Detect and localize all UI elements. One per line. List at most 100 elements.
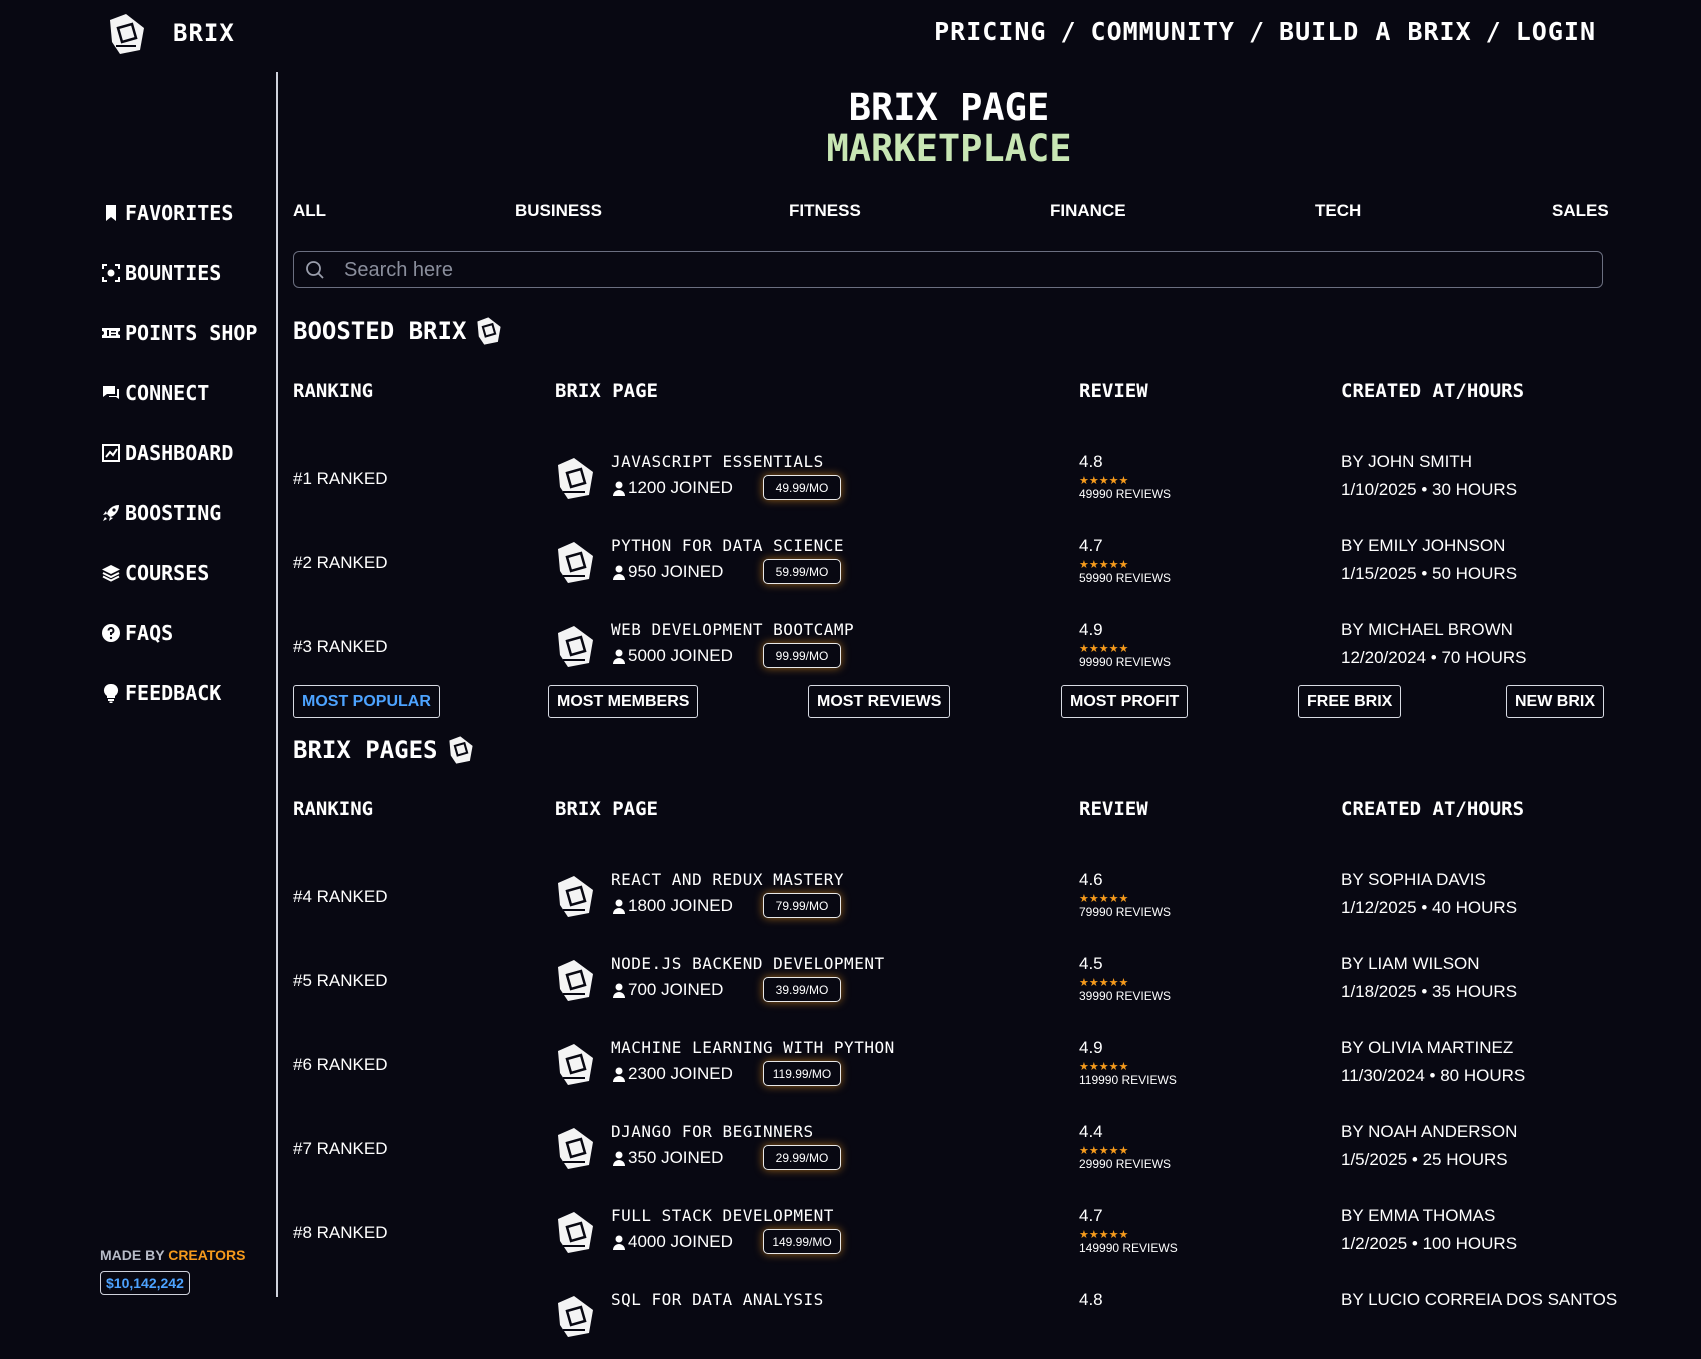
rating-value: 4.8 [1079, 452, 1103, 471]
rank-label: #4 RANKED [293, 887, 388, 906]
brix-page-name[interactable]: MACHINE LEARNING WITH PYTHON [611, 1038, 895, 1057]
column-header-created: CREATED AT/HOURS [1341, 380, 1525, 402]
column-header-created: CREATED AT/HOURS [1341, 798, 1525, 820]
nav-pricing[interactable]: PRICING [934, 17, 1046, 46]
nav-separator: / [1248, 17, 1266, 46]
brix-logo-icon [477, 317, 501, 345]
user-icon [613, 983, 625, 998]
brix-page-logo-icon [558, 960, 593, 1001]
sidebar-item-connect[interactable]: CONNECT [101, 381, 209, 405]
author-name: BY MICHAEL BROWN [1341, 620, 1513, 639]
tab-tech[interactable]: TECH [1315, 201, 1361, 221]
table-row[interactable]: SQL FOR DATA ANALYSIS 4.8 BY LUCIO CORREIA… [0, 1275, 1701, 1359]
price-badge[interactable]: 59.99/MO [763, 559, 841, 584]
sidebar-item-label: POINTS SHOP [125, 321, 258, 345]
filter-free-brix[interactable]: FREE BRIX [1298, 685, 1402, 718]
filter-most-reviews[interactable]: MOST REVIEWS [808, 685, 951, 718]
sidebar-item-bounties[interactable]: BOUNTIES [101, 261, 221, 285]
tab-fitness[interactable]: FITNESS [789, 201, 861, 221]
star-rating: ★★★★★ [1079, 1144, 1129, 1157]
sidebar-item-favorites[interactable]: FAVORITES [101, 201, 233, 225]
rating-value: 4.8 [1079, 1290, 1103, 1309]
rank-label: #3 RANKED [293, 637, 388, 656]
user-icon [613, 649, 625, 664]
joined-count-text: 700 JOINED [628, 980, 724, 999]
table-row[interactable]: #7 RANKED DJANGO FOR BEGINNERS 350 JOINED 2… [0, 1107, 1701, 1191]
nav-build-a-brix[interactable]: BUILD A BRIX [1279, 17, 1472, 46]
price-badge[interactable]: 49.99/MO [763, 475, 841, 500]
table-row[interactable]: #6 RANKED MACHINE LEARNING WITH PYTHON 230… [0, 1023, 1701, 1107]
created-date-hours: 1/10/2025 • 30 HOURS [1341, 480, 1518, 499]
tab-business[interactable]: BUSINESS [515, 201, 602, 221]
joined-count-text: 350 JOINED [628, 1148, 724, 1167]
joined-count-text: 2300 JOINED [628, 1064, 733, 1083]
price-badge[interactable]: 99.99/MO [763, 643, 841, 668]
search-input[interactable] [342, 254, 1596, 287]
boosted-section-title: BOOSTED BRIX [293, 316, 504, 346]
filter-most-popular[interactable]: MOST POPULAR [293, 685, 440, 718]
price-badge[interactable]: 79.99/MO [763, 893, 841, 918]
rating-value: 4.9 [1079, 1038, 1103, 1057]
rank-label: #5 RANKED [293, 971, 388, 990]
column-header-ranking: RANKING [293, 380, 374, 402]
tab-finance[interactable]: FINANCE [1050, 201, 1126, 221]
pages-section-title: BRIX PAGES [293, 735, 476, 765]
author-name: BY SOPHIA DAVIS [1341, 870, 1486, 889]
brix-page-logo-icon [558, 458, 593, 499]
table-row[interactable]: #5 RANKED NODE.JS BACKEND DEVELOPMENT 700 … [0, 939, 1701, 1023]
author-name: BY EMMA THOMAS [1341, 1206, 1496, 1225]
nav-community[interactable]: COMMUNITY [1091, 17, 1235, 46]
brix-page-name[interactable]: WEB DEVELOPMENT BOOTCAMP [611, 620, 854, 639]
table-row[interactable]: #8 RANKED FULL STACK DEVELOPMENT 4000 JOIN… [0, 1191, 1701, 1275]
sidebar-item-points-shop[interactable]: POINTS SHOP [101, 321, 257, 345]
brix-page-name[interactable]: NODE.JS BACKEND DEVELOPMENT [611, 954, 885, 973]
created-date-hours: 1/12/2025 • 40 HOURS [1341, 898, 1518, 917]
brix-page-name[interactable]: SQL FOR DATA ANALYSIS [611, 1290, 824, 1309]
rank-label: #8 RANKED [293, 1223, 388, 1242]
brix-page-logo-icon [558, 1044, 593, 1085]
joined-count: 1800 JOINED [612, 896, 733, 916]
brix-logo-icon [448, 736, 473, 764]
brix-page-name[interactable]: JAVASCRIPT ESSENTIALS [611, 452, 824, 471]
author-name: BY JOHN SMITH [1341, 452, 1472, 471]
joined-count: 2300 JOINED [612, 1064, 733, 1084]
tab-sales[interactable]: SALES [1552, 201, 1609, 221]
table-row[interactable]: #3 RANKED WEB DEVELOPMENT BOOTCAMP 5000 JO… [0, 605, 1701, 689]
price-badge[interactable]: 119.99/MO [763, 1061, 841, 1086]
review-count: 149990 REVIEWS [1079, 1241, 1178, 1255]
brix-page-name[interactable]: REACT AND REDUX MASTERY [611, 870, 844, 889]
tab-all[interactable]: ALL [293, 201, 326, 221]
brix-logo-icon[interactable] [106, 12, 148, 56]
brand-name[interactable]: BRIX [173, 19, 235, 47]
table-row[interactable]: #2 RANKED PYTHON FOR DATA SCIENCE 950 JOIN… [0, 521, 1701, 605]
filter-most-profit[interactable]: MOST PROFIT [1061, 685, 1189, 718]
star-rating: ★★★★★ [1079, 1060, 1129, 1073]
bookmark-icon [106, 205, 116, 221]
joined-count-text: 950 JOINED [628, 562, 724, 581]
filter-new-brix[interactable]: NEW BRIX [1506, 685, 1604, 718]
nav-login[interactable]: LOGIN [1516, 17, 1596, 46]
section-title-text: BOOSTED BRIX [293, 317, 467, 345]
joined-count: 350 JOINED [612, 1148, 723, 1168]
brix-page-name[interactable]: PYTHON FOR DATA SCIENCE [611, 536, 844, 555]
author-name: BY NOAH ANDERSON [1341, 1122, 1518, 1141]
column-header-ranking: RANKING [293, 798, 374, 820]
column-header-review: REVIEW [1079, 380, 1148, 402]
created-date-hours: 1/2/2025 • 100 HOURS [1341, 1234, 1518, 1253]
target-icon [102, 264, 120, 282]
brix-page-name[interactable]: DJANGO FOR BEGINNERS [611, 1122, 814, 1141]
review-count: 119990 REVIEWS [1079, 1073, 1177, 1087]
price-badge[interactable]: 149.99/MO [763, 1229, 841, 1254]
joined-count: 5000 JOINED [612, 646, 733, 666]
price-badge[interactable]: 29.99/MO [763, 1145, 841, 1170]
brix-page-logo-icon [558, 542, 593, 583]
author-name: BY EMILY JOHNSON [1341, 536, 1506, 555]
rating-value: 4.7 [1079, 536, 1103, 555]
page-subtitle: MARKETPLACE [826, 127, 1072, 170]
table-row[interactable]: #1 RANKED JAVASCRIPT ESSENTIALS 1200 JOINE… [0, 437, 1701, 521]
filter-most-members[interactable]: MOST MEMBERS [548, 685, 699, 718]
table-row[interactable]: #4 RANKED REACT AND REDUX MASTERY 1800 JOI… [0, 855, 1701, 939]
brix-page-name[interactable]: FULL STACK DEVELOPMENT [611, 1206, 834, 1225]
price-badge[interactable]: 39.99/MO [763, 977, 841, 1002]
rating-value: 4.4 [1079, 1122, 1103, 1141]
